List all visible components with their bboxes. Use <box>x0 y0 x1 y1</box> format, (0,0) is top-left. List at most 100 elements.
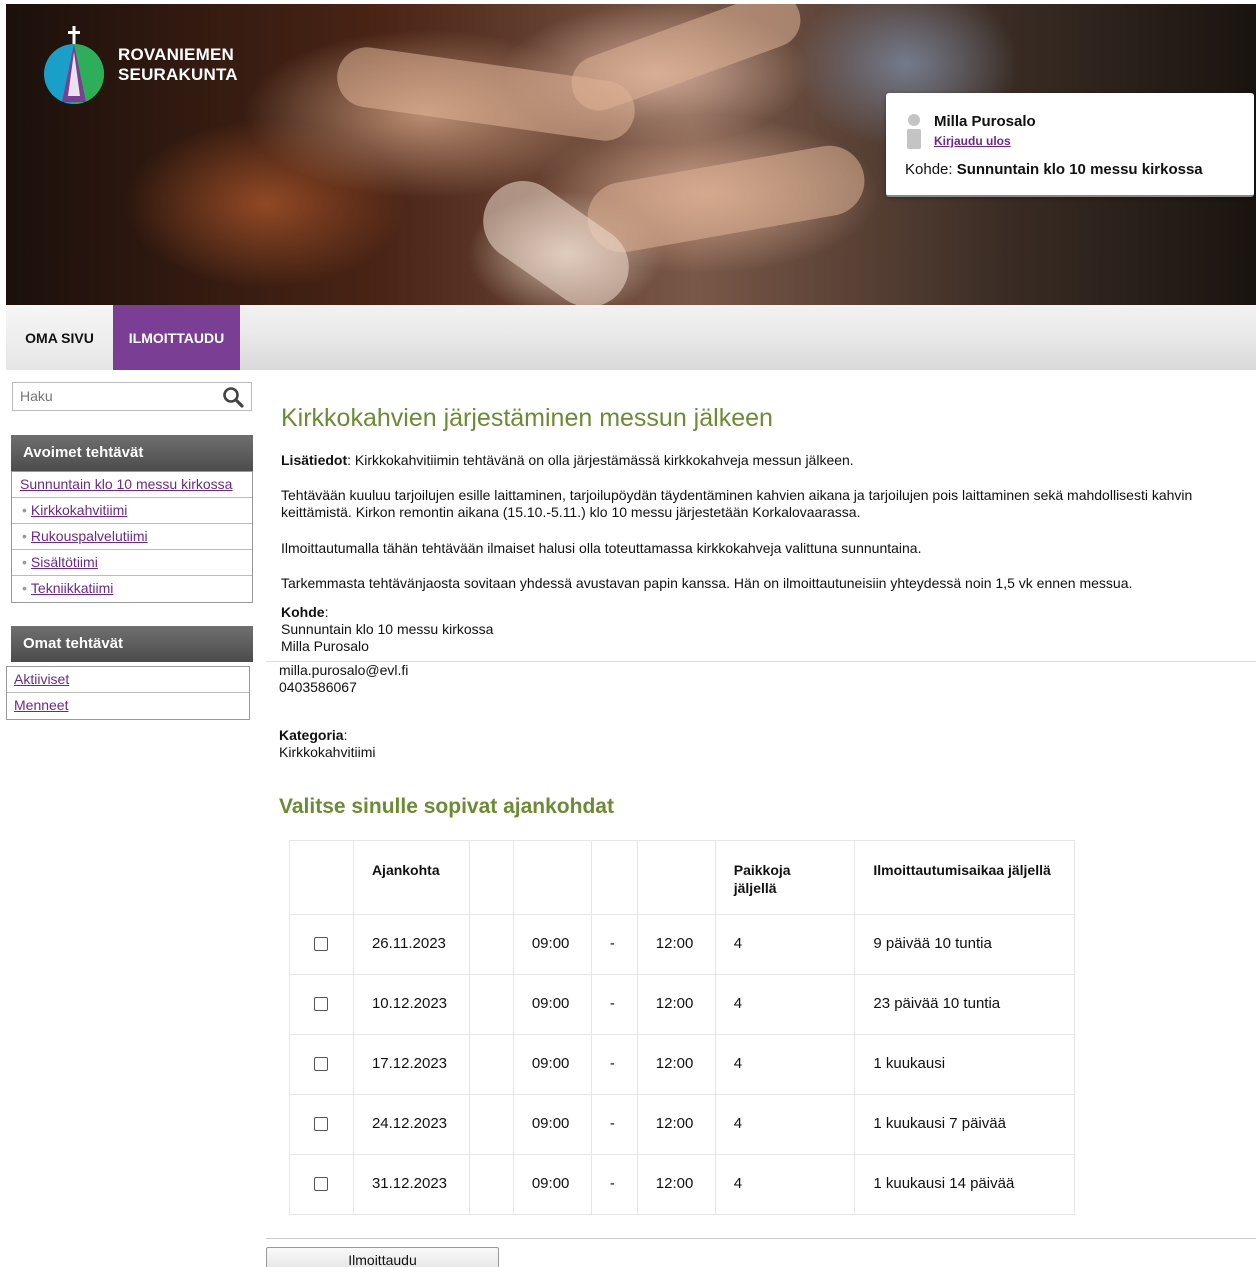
row-start: 09:00 <box>512 974 592 1035</box>
row-empty <box>468 1034 514 1095</box>
site-logo[interactable]: ROVANIEMEN SEURAKUNTA <box>40 24 238 106</box>
open-tasks-list: Sunnuntain klo 10 messu kirkossa • Kirkko… <box>11 471 253 603</box>
kohde-colon: : <box>324 604 329 620</box>
search-box <box>12 382 252 411</box>
divider <box>266 1238 1256 1239</box>
submit-button[interactable]: Ilmoittaudu <box>266 1247 499 1267</box>
sidebar-item-sisaltotiimi[interactable]: • Sisältötiimi <box>12 550 252 576</box>
row-empty <box>468 974 514 1035</box>
col-sep <box>590 840 638 915</box>
user-avatar-icon <box>906 113 922 149</box>
row-empty <box>468 914 514 975</box>
kohde-place: Sunnuntain klo 10 messu kirkossa <box>281 621 494 637</box>
own-tasks-heading: Omat tehtävät <box>11 626 253 662</box>
row-places: 4 <box>714 1034 856 1095</box>
sidebar-item-label[interactable]: Menneet <box>14 697 68 713</box>
slot-checkbox[interactable] <box>314 1177 328 1191</box>
tab-oma-sivu[interactable]: OMA SIVU <box>6 305 113 370</box>
logout-link[interactable]: Kirjaudu ulos <box>934 134 1011 148</box>
row-empty <box>468 1154 514 1215</box>
row-sep: - <box>590 1034 638 1095</box>
kategoria-section: Kategoria: Kirkkokahvitiimi <box>279 727 375 761</box>
row-places: 4 <box>714 974 856 1035</box>
row-date: 26.11.2023 <box>352 914 470 975</box>
kohde-person: Milla Purosalo <box>281 638 369 654</box>
col-empty <box>468 840 514 915</box>
row-start: 09:00 <box>512 1154 592 1215</box>
col-start <box>512 840 592 915</box>
kategoria-value: Kirkkokahvitiimi <box>279 744 376 760</box>
row-remaining: 23 päivää 10 tuntia <box>854 974 1075 1035</box>
banner-photo-hand <box>563 4 809 119</box>
contact-phone: 0403586067 <box>279 679 357 695</box>
kohde-label: Kohde <box>281 604 325 620</box>
sidebar-item-label[interactable]: Kirkkokahvitiimi <box>31 502 127 518</box>
brand-line-2: SEURAKUNTA <box>118 65 238 84</box>
row-end: 12:00 <box>636 974 716 1035</box>
brand-line-1: ROVANIEMEN <box>118 45 234 64</box>
sidebar-item-main[interactable]: Sunnuntain klo 10 messu kirkossa <box>12 472 252 498</box>
target-value: Sunnuntain klo 10 messu kirkossa <box>956 161 1203 178</box>
row-end: 12:00 <box>636 1094 716 1155</box>
row-sep: - <box>590 1094 638 1155</box>
table-header-row: Ajankohta Paikkoja jäljellä Ilmoittautum… <box>289 840 1075 915</box>
sidebar-item-label[interactable]: Sunnuntain klo 10 messu kirkossa <box>20 476 232 492</box>
target-label: Kohde: <box>905 161 953 178</box>
kategoria-colon: : <box>343 727 348 743</box>
row-remaining: 1 kuukausi 14 päivää <box>854 1154 1075 1215</box>
row-date: 10.12.2023 <box>352 974 470 1035</box>
sidebar-item-tekniikkatiimi[interactable]: • Tekniikkatiimi <box>12 576 252 602</box>
bullet-icon: • <box>22 580 27 596</box>
page-title: Kirkkokahvien järjestäminen messun jälke… <box>281 404 773 432</box>
col-places: Paikkoja jäljellä <box>714 840 856 915</box>
row-empty <box>468 1094 514 1155</box>
sidebar-item-menneet[interactable]: Menneet <box>7 693 249 719</box>
col-select <box>289 840 354 915</box>
task-info: Lisätiedot: Kirkkokahvitiimin tehtävänä … <box>281 452 1221 469</box>
kategoria-label: Kategoria <box>279 727 344 743</box>
sidebar-item-kirkkokahvitiimi[interactable]: • Kirkkokahvitiimi <box>12 498 252 524</box>
info-label: Lisätiedot <box>281 452 348 468</box>
row-date: 31.12.2023 <box>352 1154 470 1215</box>
table-row: 31.12.2023 09:00 - 12:00 4 1 kuukausi 14… <box>289 1154 1075 1215</box>
row-end: 12:00 <box>636 1034 716 1095</box>
table-row: 26.11.2023 09:00 - 12:00 4 9 päivää 10 t… <box>289 914 1075 975</box>
contact-details: milla.purosalo@evl.fi 0403586067 <box>279 662 408 696</box>
tab-ilmoittaudu[interactable]: ILMOITTAUDU <box>113 305 240 370</box>
slot-checkbox[interactable] <box>314 997 328 1011</box>
slots-table: Ajankohta Paikkoja jäljellä Ilmoittautum… <box>289 840 1075 1215</box>
sidebar-item-aktiiviset[interactable]: Aktiiviset <box>7 667 249 693</box>
col-remaining: Ilmoittautumisaikaa jäljellä <box>854 840 1075 915</box>
kohde-heading: Kohde: <box>281 604 493 621</box>
row-date: 24.12.2023 <box>352 1094 470 1155</box>
search-input[interactable] <box>13 383 213 409</box>
search-icon[interactable] <box>222 386 244 408</box>
slot-checkbox[interactable] <box>314 937 328 951</box>
row-start: 09:00 <box>512 1094 592 1155</box>
user-info-box: Milla Purosalo Kirjaudu ulos Kohde: Sunn… <box>886 93 1254 197</box>
row-sep: - <box>590 914 638 975</box>
row-remaining: 1 kuukausi 7 päivää <box>854 1094 1075 1155</box>
church-logo-icon <box>40 24 110 106</box>
row-places: 4 <box>714 914 856 975</box>
sidebar-item-label[interactable]: Sisältötiimi <box>31 554 98 570</box>
brand-name: ROVANIEMEN SEURAKUNTA <box>118 45 238 85</box>
sidebar-item-label[interactable]: Aktiiviset <box>14 671 69 687</box>
row-end: 12:00 <box>636 1154 716 1215</box>
sidebar-item-label[interactable]: Tekniikkatiimi <box>31 580 113 596</box>
banner-photo-hand <box>582 140 870 258</box>
table-row: 10.12.2023 09:00 - 12:00 4 23 päivää 10 … <box>289 974 1075 1035</box>
task-description-3: Tarkemmasta tehtävänjaosta sovitaan yhde… <box>281 575 1133 591</box>
sidebar-item-rukouspalvelutiimi[interactable]: • Rukouspalvelutiimi <box>12 524 252 550</box>
user-name: Milla Purosalo <box>934 113 1036 130</box>
row-select-cell <box>289 1154 354 1215</box>
sidebar-item-label[interactable]: Rukouspalvelutiimi <box>31 528 148 544</box>
slot-checkbox[interactable] <box>314 1057 328 1071</box>
row-sep: - <box>590 1154 638 1215</box>
table-row: 24.12.2023 09:00 - 12:00 4 1 kuukausi 7 … <box>289 1094 1075 1155</box>
contact-email: milla.purosalo@evl.fi <box>279 662 409 678</box>
header-banner: ROVANIEMEN SEURAKUNTA Milla Purosalo Kir… <box>6 4 1256 305</box>
info-text: : Kirkkokahvitiimin tehtävänä on olla jä… <box>347 452 854 468</box>
slot-checkbox[interactable] <box>314 1117 328 1131</box>
row-select-cell <box>289 1034 354 1095</box>
